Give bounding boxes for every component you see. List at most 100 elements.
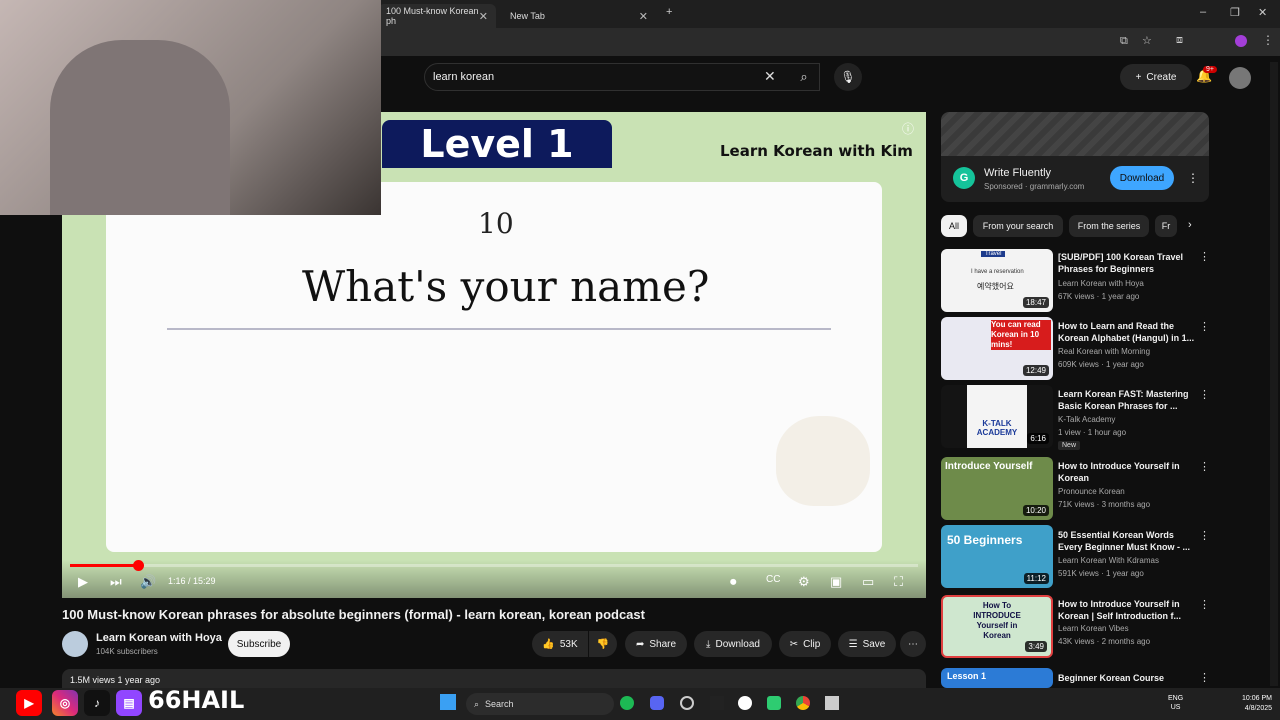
ad-download-button[interactable]: Download (1110, 166, 1174, 190)
rec-thumbnail[interactable]: Travel I have a reservation 예약했어요 18:47 (941, 249, 1053, 312)
close-tab-icon[interactable]: ✕ (479, 10, 488, 23)
fullscreen-icon[interactable]: ⛶ (894, 574, 903, 590)
play-icon[interactable]: ▶ (78, 574, 88, 590)
rec-title[interactable]: 50 Essential Korean Words Every Beginner… (1058, 529, 1196, 553)
tab-youtube[interactable]: 100 Must-know Korean ph ✕ (378, 4, 496, 28)
volume-icon[interactable]: 🔊 (140, 574, 156, 590)
duration-badge: 18:47 (1022, 297, 1049, 308)
chrome-icon[interactable] (796, 696, 810, 710)
next-icon[interactable]: ⏭ (110, 574, 122, 590)
autoplay-toggle[interactable]: ⏺ (730, 574, 737, 590)
menu-dots-icon[interactable]: ⋮ (1262, 33, 1274, 47)
bookmark-star-icon[interactable]: ☆ (1142, 34, 1152, 47)
ad-title[interactable]: Write Fluently (984, 167, 1051, 179)
like-button[interactable]: 👍 53K (532, 631, 588, 657)
plus-icon: + (1135, 71, 1142, 83)
rec-channel[interactable]: Learn Korean With Kdramas (1058, 556, 1159, 565)
subscribe-button[interactable]: Subscribe (228, 631, 290, 657)
clip-button[interactable]: ✂ Clip (779, 631, 831, 657)
theater-mode-icon[interactable]: ▭ (862, 574, 874, 590)
tab-new[interactable]: New Tab ✕ (502, 4, 656, 28)
create-button[interactable]: + Create (1120, 64, 1192, 90)
miniplayer-icon[interactable]: ▣ (830, 574, 842, 590)
search-icon[interactable]: ⌕ (786, 63, 822, 91)
rec-more-icon[interactable]: ⋮ (1199, 320, 1210, 333)
ad-more-icon[interactable]: ⋮ (1187, 171, 1199, 185)
rec-more-icon[interactable]: ⋮ (1199, 460, 1210, 473)
app-icon[interactable] (680, 696, 694, 710)
info-icon[interactable]: ⓘ (902, 120, 914, 137)
rec-title[interactable]: How to Learn and Read the Korean Alphabe… (1058, 320, 1196, 344)
app-icon[interactable] (825, 696, 839, 710)
chip-from-search[interactable]: From your search (973, 215, 1063, 237)
channel-avatar[interactable] (62, 631, 88, 657)
rec-more-icon[interactable]: ⋮ (1199, 250, 1210, 263)
extensions-icon[interactable]: ⧈ (1176, 34, 1183, 47)
rec-thumbnail[interactable]: 50 Beginners 11:12 (941, 525, 1053, 588)
rec-title[interactable]: How to Introduce Yourself in Korean (1058, 460, 1196, 484)
duration-badge: 6:16 (1027, 433, 1049, 444)
rec-more-icon[interactable]: ⋮ (1199, 598, 1210, 611)
rec-thumbnail[interactable]: Lesson 1 (941, 668, 1053, 688)
app-icon[interactable] (710, 696, 724, 710)
page-scrollbar[interactable] (1270, 62, 1278, 686)
streamer-handle: 66HAIL (148, 686, 245, 714)
rec-channel[interactable]: Learn Korean with Hoya (1058, 279, 1144, 288)
progress-fill (70, 564, 138, 567)
captions-icon[interactable]: CC (766, 574, 780, 585)
discord-icon[interactable] (650, 696, 664, 710)
rec-channel[interactable]: Real Korean with Morning (1058, 347, 1150, 356)
windows-start-icon[interactable] (440, 694, 456, 710)
spotify-icon[interactable] (620, 696, 634, 710)
thumb-text: Travel (981, 251, 1006, 257)
rec-title[interactable]: Beginner Korean Course (1058, 672, 1196, 684)
minimize-icon[interactable]: – (1200, 6, 1206, 18)
account-avatar[interactable] (1229, 67, 1251, 89)
rec-more-icon[interactable]: ⋮ (1199, 529, 1210, 542)
language-indicator[interactable]: ENG US (1168, 694, 1183, 712)
microphone-icon[interactable]: 🎙 (834, 63, 862, 91)
rec-more-icon[interactable]: ⋮ (1199, 671, 1210, 684)
obs-icon[interactable] (738, 696, 752, 710)
close-tab-icon[interactable]: ✕ (639, 10, 648, 23)
taskbar-search[interactable]: ⌕ Search (466, 693, 614, 715)
clear-search-icon[interactable]: ✕ (764, 68, 776, 85)
rec-channel[interactable]: K-Talk Academy (1058, 415, 1115, 424)
more-actions-icon[interactable]: ⋯ (900, 631, 926, 657)
rec-thumbnail[interactable]: You can read Korean in 10 mins! 12:49 (941, 317, 1053, 380)
cast-icon[interactable]: ⧉ (1120, 35, 1128, 48)
search-icon: ⌕ (474, 698, 480, 709)
rec-title[interactable]: How to Introduce Yourself in Korean | Se… (1058, 598, 1196, 622)
scrubber-handle[interactable] (132, 560, 144, 571)
rec-thumbnail[interactable]: Introduce Yourself 10:20 (941, 457, 1053, 520)
close-window-icon[interactable]: ✕ (1258, 6, 1267, 19)
progress-track[interactable] (70, 564, 918, 567)
ad-banner-image[interactable] (941, 112, 1209, 156)
channel-name[interactable]: Learn Korean with Hoya (96, 632, 222, 644)
rec-thumbnail[interactable]: How To INTRODUCE Yourself in Korean 3:49 (941, 595, 1053, 658)
duration-badge: 3:49 (1025, 641, 1047, 652)
profile-avatar[interactable] (1235, 35, 1247, 47)
chevron-right-icon[interactable]: › (1188, 219, 1192, 231)
dislike-button[interactable]: 👎 (589, 631, 617, 657)
thumb-text: I have a reservation (971, 269, 1024, 275)
rec-title[interactable]: [SUB/PDF] 100 Korean Travel Phrases for … (1058, 251, 1196, 275)
chip-all[interactable]: All (941, 215, 967, 237)
settings-gear-icon[interactable]: ⚙ (798, 574, 810, 590)
save-icon: ☰ (848, 638, 858, 650)
rec-title[interactable]: Learn Korean FAST: Mastering Basic Korea… (1058, 388, 1196, 412)
taskbar-clock[interactable]: 10:06 PM 4/8/2025 (1222, 694, 1272, 714)
download-button[interactable]: ⤓ Download (694, 631, 772, 657)
rec-more-icon[interactable]: ⋮ (1199, 388, 1210, 401)
new-tab-icon[interactable]: + (666, 6, 672, 18)
share-button[interactable]: ➦ Share (625, 631, 687, 657)
save-button[interactable]: ☰ Save (838, 631, 896, 657)
rec-channel[interactable]: Pronounce Korean (1058, 487, 1125, 496)
chip-more[interactable]: Fr (1155, 215, 1177, 237)
chip-from-series[interactable]: From the series (1069, 215, 1149, 237)
search-input[interactable]: learn korean (424, 63, 820, 91)
app-icon[interactable] (767, 696, 781, 710)
maximize-icon[interactable]: ❐ (1230, 6, 1240, 19)
rec-channel[interactable]: Learn Korean Vibes (1058, 624, 1129, 633)
rec-thumbnail[interactable]: K-TALK ACADEMY 6:16 (941, 385, 1053, 448)
